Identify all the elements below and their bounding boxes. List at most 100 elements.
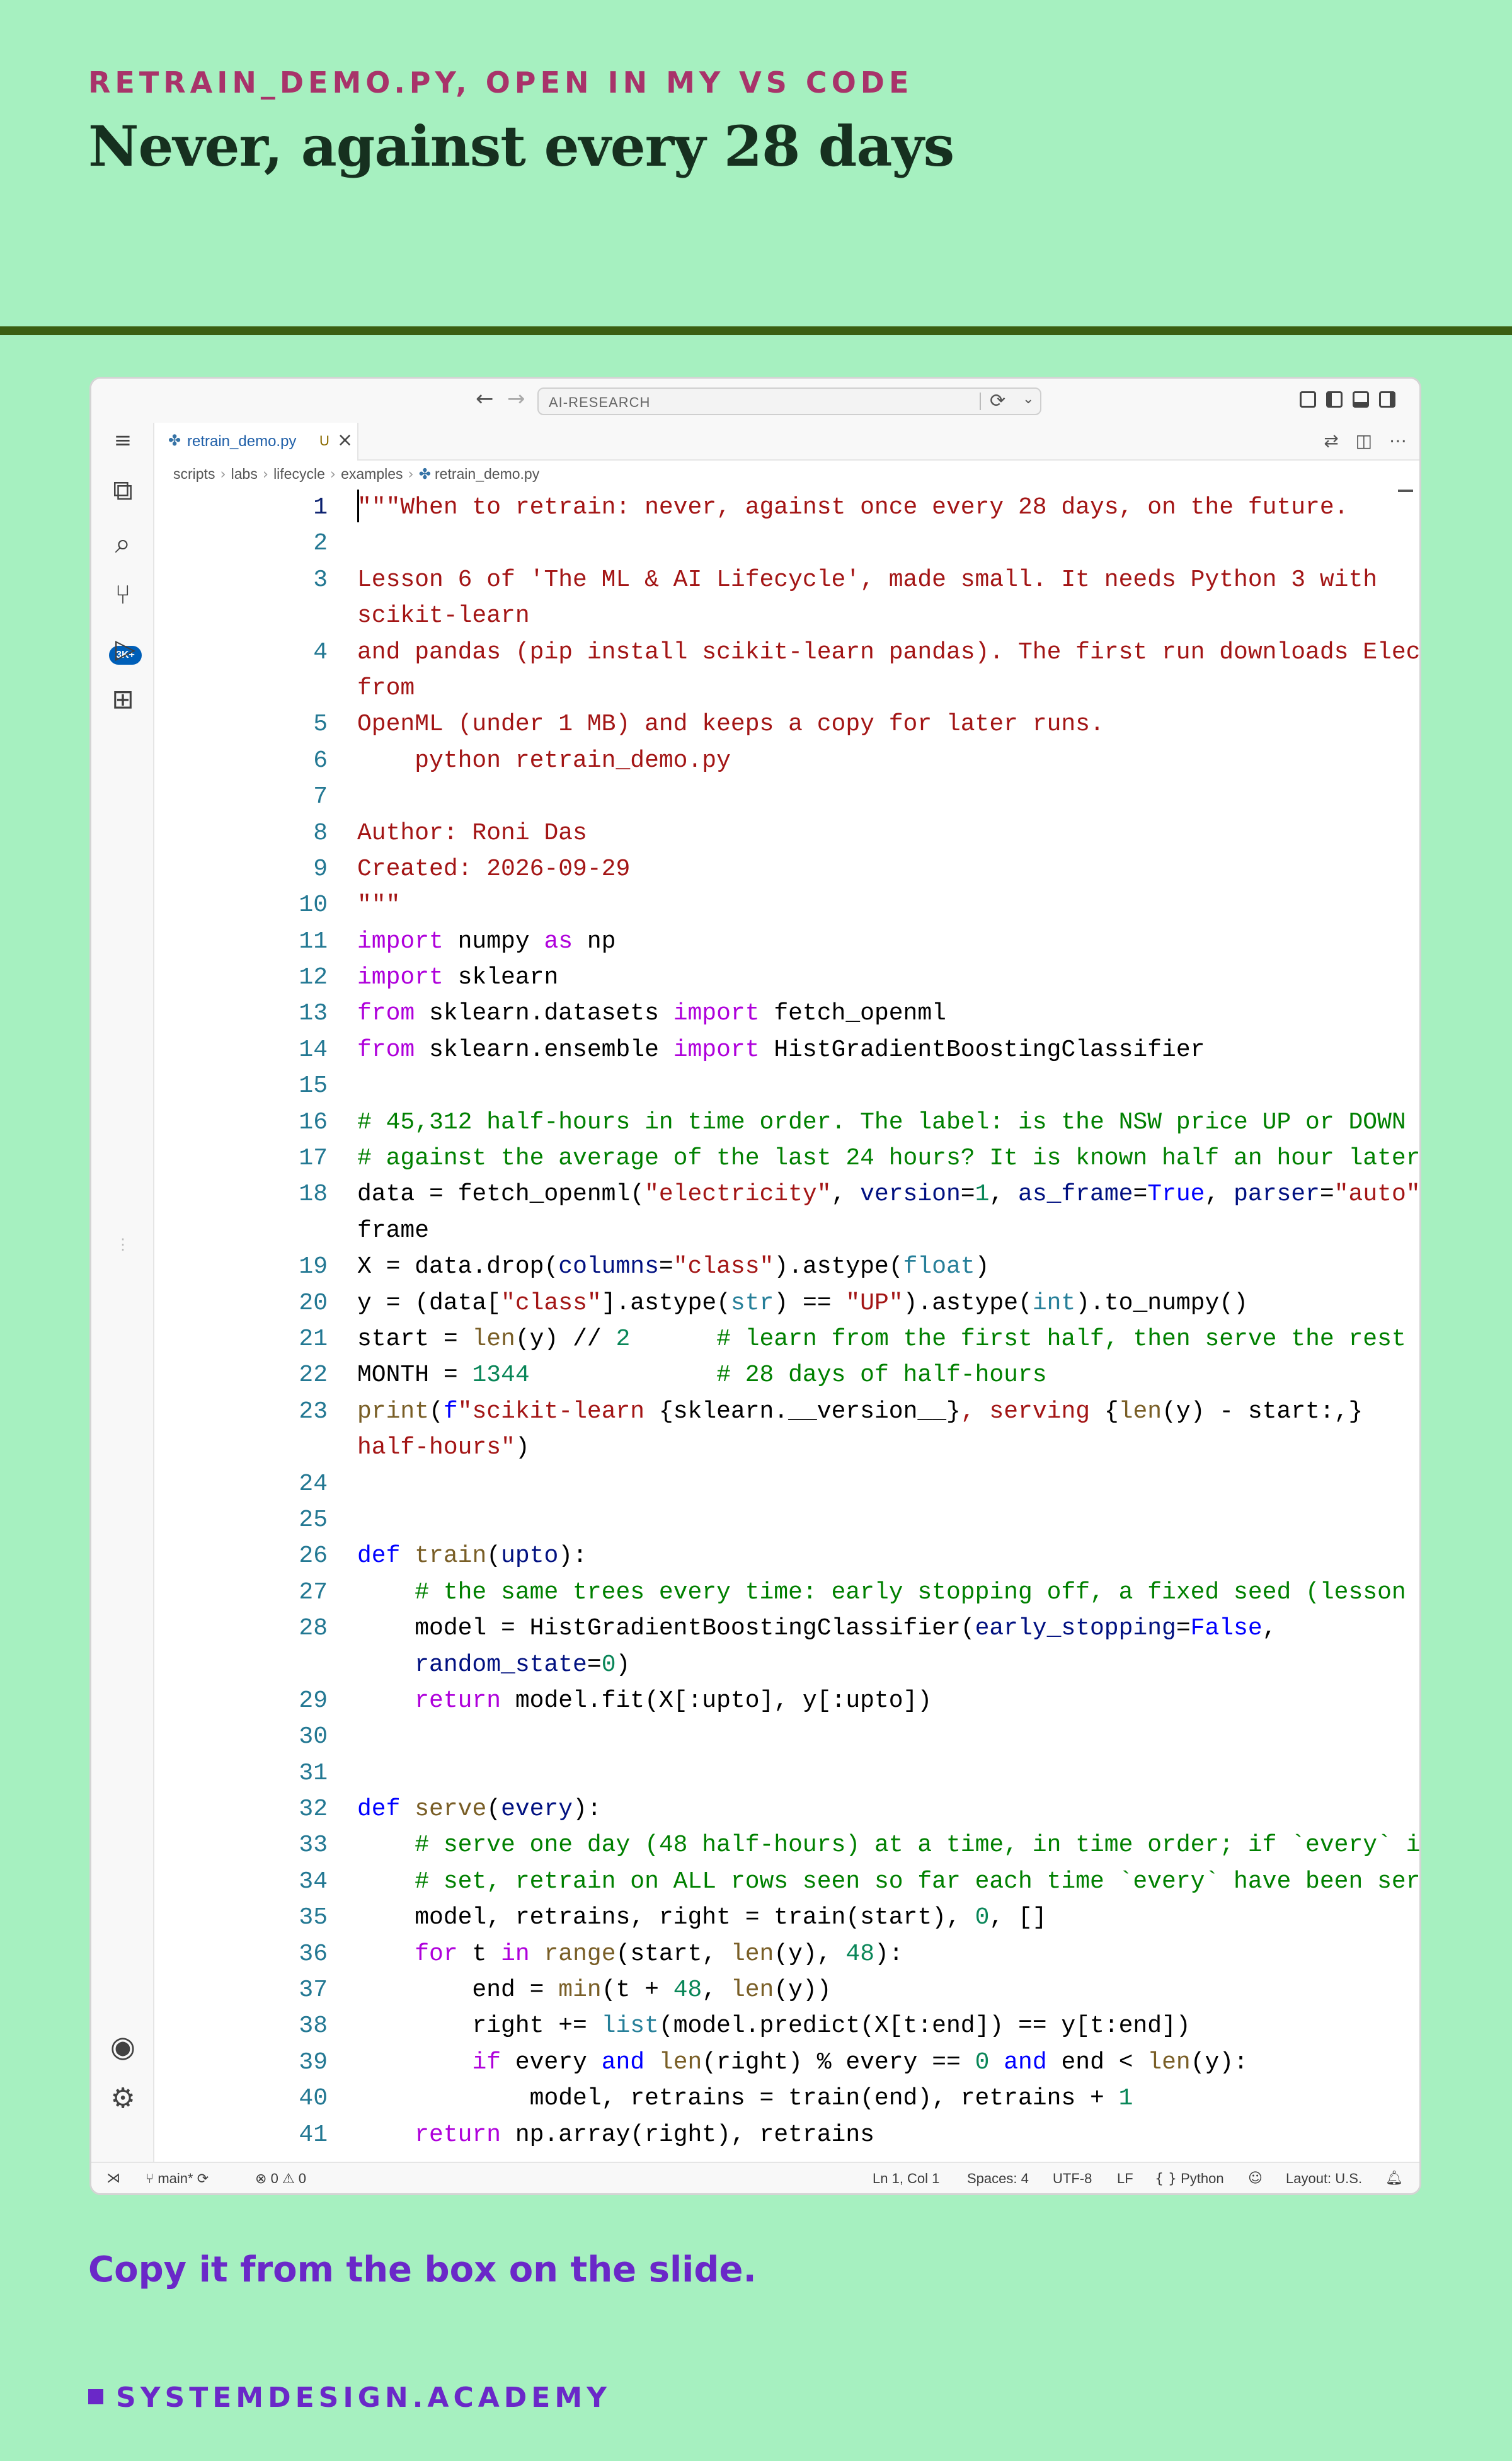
line-number: 19 <box>299 1253 328 1281</box>
copilot-status-icon[interactable]: ☺ <box>1248 2171 1263 2186</box>
code-token: parser <box>1234 1181 1320 1208</box>
code-line[interactable]: 17 # against the average of the last 24 h… <box>154 1140 1419 1176</box>
code-line[interactable]: frame <box>154 1213 1419 1249</box>
code-line[interactable]: 4 and pandas (pip install scikit-learn pa… <box>154 634 1419 670</box>
code-line[interactable]: 3 Lesson 6 of 'The ML & AI Lifecycle', ma… <box>154 562 1419 598</box>
code-line[interactable]: random_state=0) <box>154 1647 1419 1683</box>
code-line[interactable]: 27 # the same trees every time: early st… <box>154 1575 1419 1610</box>
code-token: (y)) <box>774 1976 832 2004</box>
code-token: ( <box>429 1397 444 1425</box>
code-line[interactable]: 19 X = data.drop(columns="class").astype(… <box>154 1249 1419 1285</box>
code-line[interactable]: 39 if every and len(right) % every == 0 … <box>154 2045 1419 2080</box>
arrow-left-icon[interactable]: ← <box>476 386 494 411</box>
compare-changes-icon[interactable]: ⇄ <box>1324 430 1338 451</box>
toggle-secondary-sidebar-icon[interactable] <box>1379 391 1395 408</box>
code-line[interactable]: 24 <box>154 1466 1419 1502</box>
code-line[interactable]: 21 start = len(y) // 2 # learn from the f… <box>154 1321 1419 1357</box>
code-line[interactable]: 28 model = HistGradientBoostingClassifie… <box>154 1610 1419 1646</box>
notifications-icon[interactable]: 🔔︎ <box>1385 2171 1403 2186</box>
sidebar-sash[interactable]: ⋮ <box>91 1236 154 1254</box>
code-line[interactable]: 30 <box>154 1719 1419 1755</box>
split-editor-icon[interactable]: ◫ <box>1356 430 1372 451</box>
code-line[interactable]: 7 <box>154 779 1419 815</box>
code-line[interactable]: 29 return model.fit(X[:upto], y[:upto]) <box>154 1683 1419 1719</box>
breadcrumb-item-lifecycle[interactable]: lifecycle <box>273 466 325 482</box>
toggle-panel-icon[interactable] <box>1353 391 1369 408</box>
code-line[interactable]: 9 Created: 2026-09-29 <box>154 851 1419 887</box>
code-line[interactable]: 5 OpenML (under 1 MB) and keeps a copy fo… <box>154 706 1419 742</box>
more-actions-icon[interactable]: ⋯ <box>1389 430 1407 451</box>
gear-icon[interactable]: ⚙ <box>91 2082 154 2114</box>
code-line[interactable]: 15 <box>154 1068 1419 1104</box>
code-line[interactable]: 2 <box>154 525 1419 561</box>
code-line[interactable]: 33 # serve one day (48 half-hours) at a … <box>154 1827 1419 1863</box>
remote-icon[interactable]: ⋊ <box>106 2171 120 2186</box>
eol-status[interactable]: LF <box>1117 2171 1133 2187</box>
code-line[interactable]: 22 MONTH = 1344 # 28 days of half-hours <box>154 1357 1419 1393</box>
code-line[interactable]: 13 from sklearn.datasets import fetch_ope… <box>154 995 1419 1031</box>
code-line[interactable]: 26 def train(upto): <box>154 1538 1419 1574</box>
code-token: sklearn.datasets <box>415 1000 673 1028</box>
code-line[interactable]: 12 import sklearn <box>154 960 1419 995</box>
menu-icon[interactable]: ≡ <box>91 428 154 453</box>
extensions-icon[interactable]: ⊞ <box>91 684 154 714</box>
problems-status[interactable]: ⊗ 0 ⚠ 0 <box>255 2171 306 2187</box>
run-debug-icon[interactable]: ▷ <box>94 633 157 664</box>
code-line[interactable]: 36 for t in range(start, len(y), 48): <box>154 1936 1419 1972</box>
account-icon[interactable]: ◉ <box>91 2029 154 2063</box>
code-line[interactable]: 20 y = (data["class"].astype(str) == "UP"… <box>154 1285 1419 1321</box>
code-line[interactable]: 32 def serve(every): <box>154 1791 1419 1827</box>
cursor-position[interactable]: Ln 1, Col 1 <box>873 2171 939 2187</box>
code-line[interactable]: 18 data = fetch_openml("electricity", ver… <box>154 1176 1419 1212</box>
code-token: "electricity" <box>644 1181 832 1208</box>
command-center-search[interactable]: AI-RESEARCH ⟳ ⌄ <box>537 387 1041 415</box>
branch-status[interactable]: ⑂ main* ⟳ <box>146 2171 209 2187</box>
tab-retrain-demo[interactable]: ✤ retrain_demo.py U × <box>154 423 358 461</box>
code-line[interactable]: 34 # set, retrain on ALL rows seen so fa… <box>154 1864 1419 1900</box>
chevron-right-icon: › <box>220 466 226 483</box>
code-line[interactable]: 11 import numpy as np <box>154 924 1419 960</box>
code-text: model, retrains, right = train(start), 0… <box>357 1900 1419 1936</box>
encoding-status[interactable]: UTF-8 <box>1053 2171 1092 2187</box>
code-line[interactable]: 6 python retrain_demo.py <box>154 743 1419 779</box>
code-line[interactable]: 23 print(f"scikit-learn {sklearn.__versio… <box>154 1394 1419 1430</box>
line-number: 11 <box>299 927 328 955</box>
code-line[interactable]: 8 Author: Roni Das <box>154 815 1419 851</box>
code-line[interactable]: 16 # 45,312 half-hours in time order. The… <box>154 1104 1419 1140</box>
code-token: 1344 <box>472 1362 530 1389</box>
source-control-icon[interactable]: ⑂ <box>91 579 154 610</box>
code-editor[interactable]: 1 """When to retrain: never, against once… <box>154 490 1419 2162</box>
code-line[interactable]: 40 model, retrains = train(end), retrain… <box>154 2080 1419 2116</box>
code-token: numpy <box>443 927 544 955</box>
breadcrumb-item-file[interactable]: retrain_demo.py <box>435 466 539 482</box>
breadcrumb-item-examples[interactable]: examples <box>341 466 403 482</box>
code-line[interactable]: 10 """ <box>154 887 1419 923</box>
layout-icon[interactable] <box>1300 391 1316 408</box>
breadcrumb-item-scripts[interactable]: scripts <box>173 466 215 482</box>
toggle-sidebar-icon[interactable] <box>1326 391 1343 408</box>
code-token: model, retrains = train(end), retrains + <box>357 2085 1119 2113</box>
explorer-icon[interactable]: ⧉ <box>91 474 154 507</box>
code-line[interactable]: 41 return np.array(right), retrains <box>154 2117 1419 2153</box>
code-line[interactable]: half-hours") <box>154 1430 1419 1466</box>
search-icon[interactable]: ⌕ <box>91 527 154 559</box>
close-icon[interactable]: × <box>337 429 353 451</box>
copilot-icon[interactable]: ⟳ <box>990 390 1005 412</box>
code-line[interactable]: 37 end = min(t + 48, len(y)) <box>154 1972 1419 2008</box>
code-line[interactable]: 31 <box>154 1755 1419 1791</box>
language-status[interactable]: { } Python <box>1155 2171 1224 2187</box>
breadcrumb-item-labs[interactable]: labs <box>231 466 258 482</box>
code-line[interactable]: 14 from sklearn.ensemble import HistGradi… <box>154 1032 1419 1068</box>
code-line[interactable]: 25 <box>154 1502 1419 1538</box>
keyboard-layout-status[interactable]: Layout: U.S. <box>1286 2171 1362 2187</box>
code-line[interactable]: scikit-learn <box>154 598 1419 634</box>
code-line[interactable]: 35 model, retrains, right = train(start)… <box>154 1900 1419 1936</box>
code-line[interactable]: 1 """When to retrain: never, against once… <box>154 490 1419 525</box>
code-line[interactable]: 38 right += list(model.predict(X[t:end])… <box>154 2008 1419 2044</box>
code-line[interactable]: from <box>154 670 1419 706</box>
chevron-down-icon[interactable]: ⌄ <box>1022 391 1034 407</box>
line-number: 5 <box>313 711 328 738</box>
arrow-right-icon[interactable]: → <box>507 386 525 411</box>
indentation-status[interactable]: Spaces: 4 <box>967 2171 1029 2187</box>
